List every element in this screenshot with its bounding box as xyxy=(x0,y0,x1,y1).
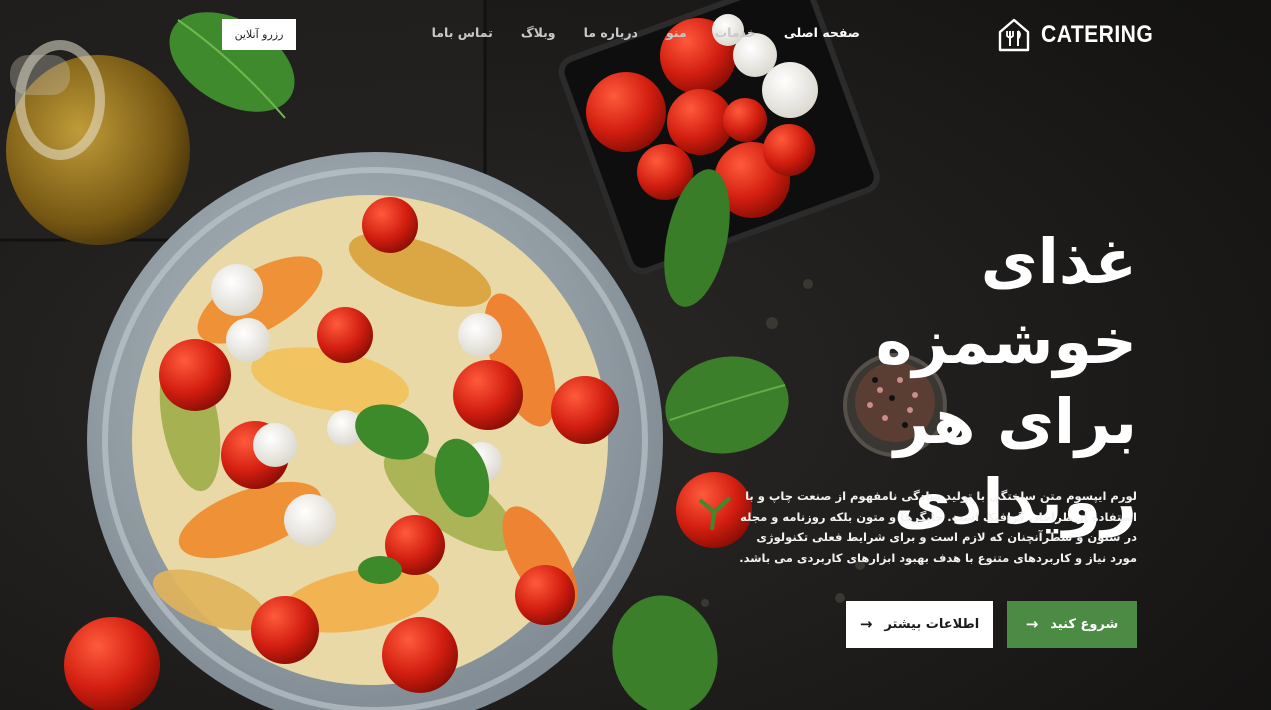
online-reservation-button[interactable]: رزرو آنلاین xyxy=(222,19,296,50)
nav-item-services[interactable]: خدمات xyxy=(715,25,756,40)
arrow-right-icon: → xyxy=(859,615,873,633)
hero-description: لورم ایپسوم متن ساختگی با تولید سادگی نا… xyxy=(739,489,1137,565)
hero-title-line-2: برای هر xyxy=(893,385,1137,458)
house-cutlery-icon xyxy=(998,18,1030,52)
brand-name: CATERING xyxy=(1041,21,1154,48)
nav-item-blog[interactable]: وبلاگ xyxy=(521,25,556,40)
nav-item-about[interactable]: درباره ما xyxy=(584,25,638,40)
main-nav: صفحه اصلی خدمات منو درباره ما وبلاگ تماس… xyxy=(432,25,860,40)
get-started-button[interactable]: → شروع کنید xyxy=(1007,601,1137,648)
nav-item-home[interactable]: صفحه اصلی xyxy=(784,25,860,40)
nav-item-contact[interactable]: تماس باما xyxy=(432,25,493,40)
get-started-label: شروع کنید xyxy=(1050,617,1119,632)
hero-title-line-1: غذای خوشمزه xyxy=(875,225,1137,378)
arrow-right-icon: → xyxy=(1025,615,1039,633)
more-info-button[interactable]: → اطلاعات بیشتر xyxy=(846,601,993,648)
more-info-label: اطلاعات بیشتر xyxy=(884,617,980,632)
nav-item-menu[interactable]: منو xyxy=(666,25,687,40)
brand-logo[interactable]: CATERING xyxy=(997,17,1169,53)
